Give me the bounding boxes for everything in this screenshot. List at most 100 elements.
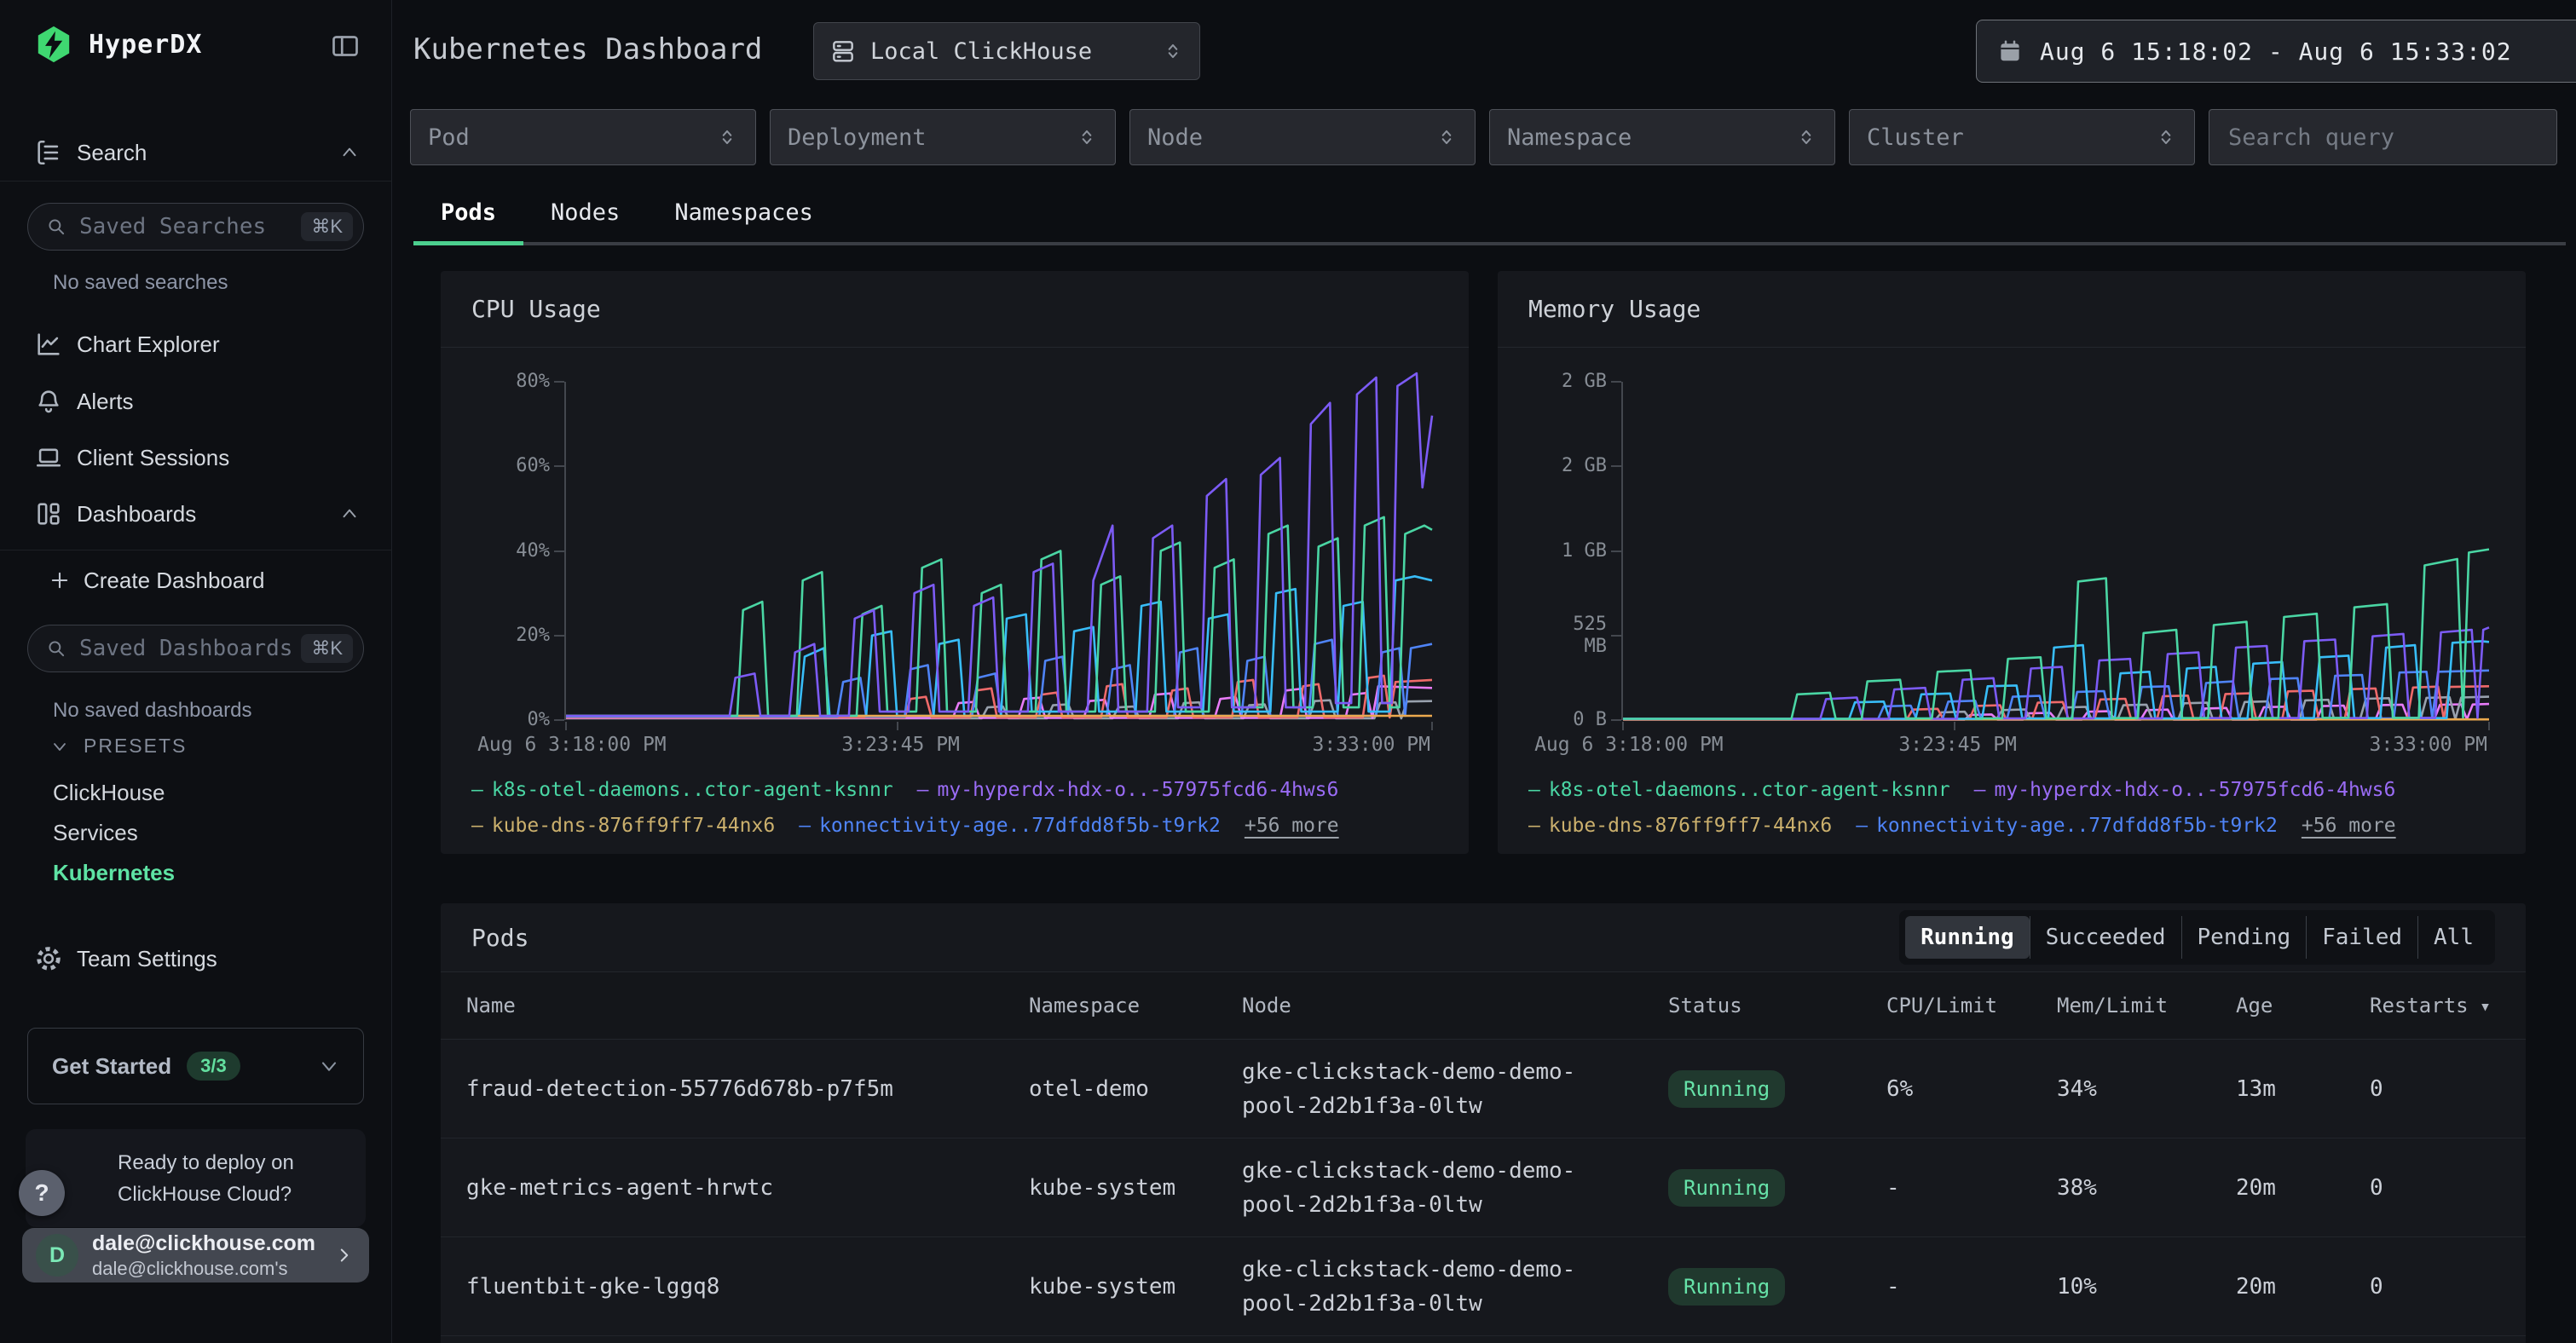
- saved-searches-search[interactable]: ⌘K: [27, 203, 364, 251]
- laptop-icon: [34, 443, 63, 472]
- y-axis-tick-label: 1 GB: [1562, 540, 1607, 562]
- legend-item[interactable]: —my-hyperdx-hdx-o..-57975fcd6-4hws6: [917, 775, 1339, 804]
- filter-select-deployment[interactable]: Deployment: [770, 109, 1116, 165]
- app-root: HyperDX Search ⌘K: [0, 0, 2576, 1343]
- legend-item[interactable]: —kube-dns-876ff9ff7-44nx6: [1528, 811, 1832, 840]
- panel-header: CPU Usage: [441, 271, 1469, 348]
- get-started-toggle[interactable]: Get Started 3/3: [27, 1028, 364, 1104]
- chevron-down-icon: [317, 1054, 341, 1078]
- shortcut-badge: ⌘K: [301, 634, 353, 663]
- table-row[interactable]: fraud-detection-55776d678b-p7f5motel-dem…: [441, 1040, 2526, 1138]
- preset-kubernetes[interactable]: Kubernetes: [53, 854, 175, 891]
- tab-namespaces[interactable]: Namespaces: [647, 182, 840, 242]
- legend-item[interactable]: —my-hyperdx-hdx-o..-57975fcd6-4hws6: [1974, 775, 2396, 804]
- select-updown-icon: [1162, 40, 1184, 62]
- column-header-age[interactable]: Age: [2236, 994, 2370, 1017]
- y-axis-tick-label: 0%: [528, 709, 551, 731]
- sidebar-item-alerts[interactable]: Alerts: [0, 382, 391, 421]
- filter-select-namespace[interactable]: Namespace: [1489, 109, 1835, 165]
- filter-select-value: Deployment: [788, 124, 1076, 151]
- help-button[interactable]: ?: [19, 1170, 65, 1216]
- status-badge: Running: [1668, 1268, 1785, 1306]
- y-axis-tick-label: 0 B: [1573, 709, 1607, 731]
- x-axis-tick-label: Aug 6 3:18:00 PM: [1534, 734, 1724, 756]
- column-header-namespace[interactable]: Namespace: [1029, 994, 1242, 1017]
- pods-table-header: NameNamespaceNodeStatusCPU/LimitMem/Limi…: [441, 971, 2526, 1040]
- node-name-text: gke-clickstack-demo-demo-pool-2d2b1f3a-0…: [1242, 1055, 1617, 1123]
- sidebar-item-client-sessions[interactable]: Client Sessions: [0, 438, 391, 477]
- series-pod-cyan: [1623, 641, 2489, 718]
- saved-dashboards-search[interactable]: ⌘K: [27, 625, 364, 672]
- legend-item[interactable]: —k8s-otel-daemons..ctor-agent-ksnnr: [1528, 775, 1950, 804]
- avatar: D: [36, 1234, 78, 1277]
- tab-nodes[interactable]: Nodes: [523, 182, 647, 242]
- tab-pods[interactable]: Pods: [413, 182, 523, 242]
- search-icon: [45, 637, 67, 660]
- sort-caret-icon: ▾: [2469, 996, 2492, 1017]
- column-header-node[interactable]: Node: [1242, 994, 1668, 1017]
- saved-searches-input[interactable]: [78, 213, 301, 240]
- column-header-restarts[interactable]: Restarts ▾: [2370, 994, 2500, 1017]
- sidebar-item-dashboards[interactable]: Dashboards: [0, 494, 391, 533]
- sidebar-item-team-settings[interactable]: Team Settings: [0, 939, 391, 978]
- column-header-name[interactable]: Name: [466, 994, 1029, 1017]
- memory-chart-plot[interactable]: [1621, 382, 2489, 720]
- cpu-cell: -: [1886, 1175, 2057, 1201]
- legend-more-link[interactable]: +56 more: [2302, 811, 2396, 840]
- select-updown-icon: [1435, 126, 1458, 148]
- namespace-cell: otel-demo: [1029, 1076, 1242, 1102]
- filter-select-pod[interactable]: Pod: [410, 109, 756, 165]
- y-axis-tick: [554, 550, 564, 552]
- status-filter-pending[interactable]: Pending: [2181, 916, 2307, 959]
- table-row[interactable]: gke-clickstack-demo-demo-pool-2d2b1f3a-0…: [441, 1336, 2526, 1343]
- legend-item[interactable]: —konnectivity-age..77dfdd8f5b-t9rk2: [799, 811, 1221, 840]
- datasource-select[interactable]: Local ClickHouse: [813, 22, 1200, 80]
- sidebar-item-label: Search: [77, 140, 147, 166]
- legend-item[interactable]: —k8s-otel-daemons..ctor-agent-ksnnr: [471, 775, 893, 804]
- legend-row: —kube-dns-876ff9ff7-44nx6 —konnectivity-a…: [1528, 811, 2509, 840]
- user-email: dale@clickhouse.com: [92, 1231, 333, 1257]
- legend-label: k8s-otel-daemons..ctor-agent-ksnnr: [492, 775, 893, 804]
- filter-select-cluster[interactable]: Cluster: [1849, 109, 2195, 165]
- table-row[interactable]: fluentbit-gke-lggq8kube-systemgke-clicks…: [441, 1237, 2526, 1336]
- column-header-cpu-limit[interactable]: CPU/Limit: [1886, 994, 2057, 1017]
- presets-label: PRESETS: [84, 735, 187, 758]
- cpu-chart-plot[interactable]: [564, 382, 1432, 720]
- preset-services[interactable]: Services: [53, 814, 138, 851]
- sidebar: HyperDX Search ⌘K: [0, 0, 392, 1343]
- sidebar-item-search[interactable]: Search: [0, 133, 391, 172]
- legend-row: —k8s-otel-daemons..ctor-agent-ksnnr —my-h…: [1528, 775, 2509, 804]
- pod-name-cell: gke-metrics-agent-hrwtc: [466, 1175, 1029, 1201]
- search-query-input[interactable]: [2209, 109, 2557, 165]
- date-range-picker[interactable]: Aug 6 15:18:02 - Aug 6 15:33:02: [1976, 20, 2576, 83]
- presets-section-toggle[interactable]: PRESETS: [49, 735, 187, 758]
- sidebar-item-chart-explorer[interactable]: Chart Explorer: [0, 325, 391, 364]
- legend-label: konnectivity-age..77dfdd8f5b-t9rk2: [1876, 811, 2278, 840]
- preset-clickhouse[interactable]: ClickHouse: [53, 774, 165, 811]
- create-dashboard-button[interactable]: Create Dashboard: [0, 562, 391, 599]
- filter-select-node[interactable]: Node: [1129, 109, 1476, 165]
- legend-item[interactable]: —kube-dns-876ff9ff7-44nx6: [471, 811, 775, 840]
- status-filter-failed[interactable]: Failed: [2306, 916, 2417, 959]
- panel-title: Memory Usage: [1528, 295, 1701, 323]
- column-header-status[interactable]: Status: [1668, 994, 1886, 1017]
- sidebar-item-label: Dashboards: [77, 501, 196, 527]
- status-filter-running[interactable]: Running: [1905, 916, 2030, 959]
- cpu-usage-panel: CPU Usage 0%20%40%60%80% Aug 6 3:18:00 P…: [441, 271, 1469, 854]
- legend-more-link[interactable]: +56 more: [1245, 811, 1339, 840]
- dashboards-grid-icon: [34, 499, 63, 528]
- column-header-mem-limit[interactable]: Mem/Limit: [2057, 994, 2236, 1017]
- status-filter-succeeded[interactable]: Succeeded: [2030, 916, 2181, 959]
- user-menu[interactable]: D dale@clickhouse.com dale@clickhouse.co…: [22, 1228, 369, 1282]
- table-row[interactable]: gke-metrics-agent-hrwtckube-systemgke-cl…: [441, 1138, 2526, 1237]
- brand[interactable]: HyperDX: [34, 24, 202, 65]
- saved-dashboards-input[interactable]: [78, 635, 301, 662]
- legend-label: k8s-otel-daemons..ctor-agent-ksnnr: [1549, 775, 1950, 804]
- clickhouse-cloud-promo[interactable]: ? Ready to deploy on ClickHouse Cloud?: [26, 1129, 366, 1227]
- y-axis-tick: [554, 719, 564, 721]
- filter-select-value: Node: [1147, 124, 1435, 151]
- legend-item[interactable]: —konnectivity-age..77dfdd8f5b-t9rk2: [1856, 811, 2278, 840]
- status-filter-all[interactable]: All: [2417, 916, 2489, 959]
- collapse-sidebar-icon[interactable]: [328, 31, 362, 61]
- get-started-label: Get Started: [52, 1053, 171, 1080]
